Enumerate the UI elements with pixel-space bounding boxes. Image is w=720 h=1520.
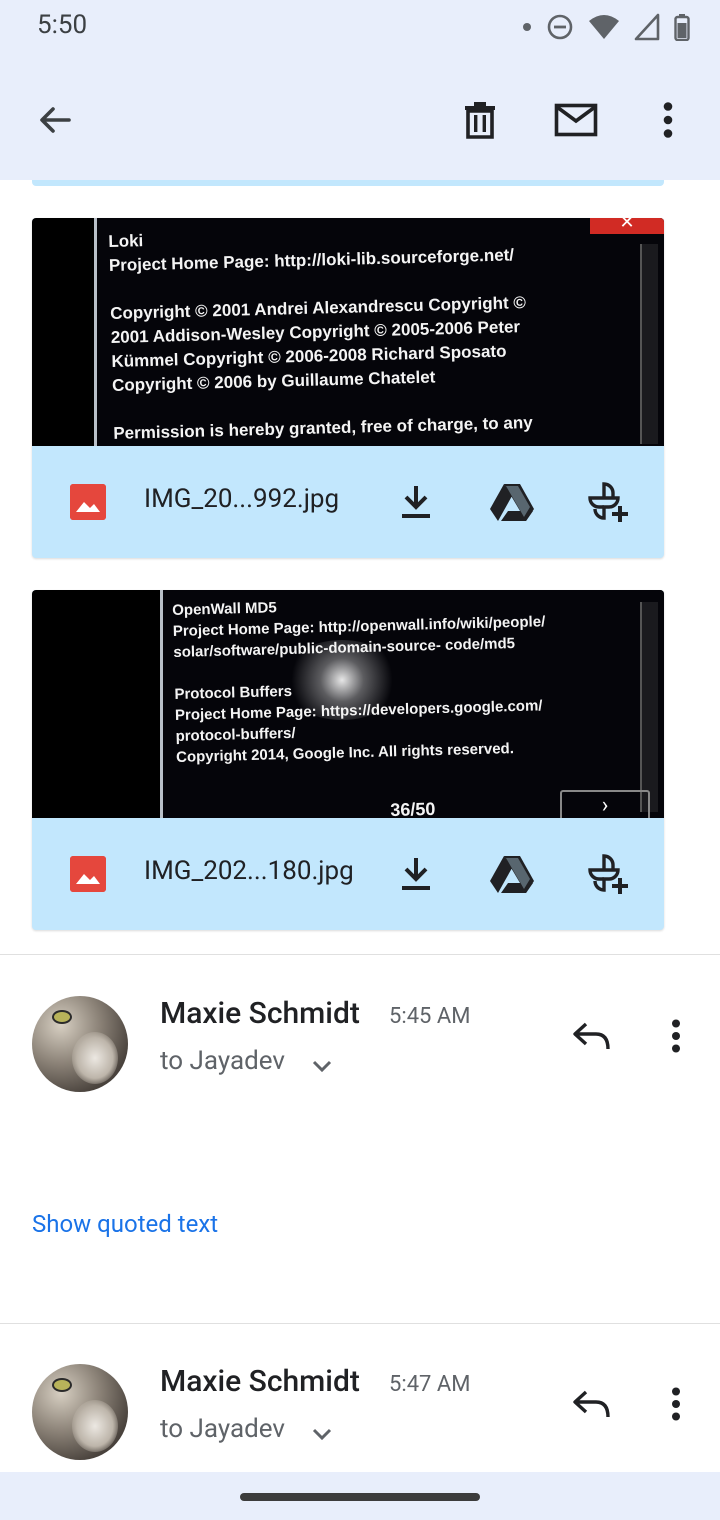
toolbar bbox=[0, 60, 720, 180]
mark-unread-button[interactable] bbox=[540, 84, 612, 156]
avatar[interactable] bbox=[32, 996, 128, 1092]
attachment-card[interactable]: ✕ Loki Project Home Page: http://loki-li… bbox=[32, 218, 664, 558]
avatar-fur bbox=[72, 1400, 118, 1452]
add-to-photos-icon bbox=[588, 854, 628, 894]
download-icon bbox=[402, 486, 430, 518]
message-divider bbox=[0, 954, 720, 955]
previous-attachment-edge bbox=[32, 180, 664, 186]
more-vert-icon bbox=[672, 1019, 680, 1053]
more-vert-icon bbox=[663, 102, 673, 138]
avatar-eye bbox=[54, 1380, 70, 1390]
message-divider bbox=[0, 1323, 720, 1324]
reply-button[interactable] bbox=[566, 1378, 618, 1430]
thumbnail-text: OpenWall MD5 Project Home Page: http://o… bbox=[172, 599, 546, 766]
sender-name: Maxie Schmidt bbox=[160, 996, 360, 1031]
recipient-line[interactable]: to Jayadev bbox=[160, 1046, 285, 1076]
message-header[interactable]: Maxie Schmidt 5:47 AM to Jayadev bbox=[0, 1364, 720, 1472]
delete-icon bbox=[465, 102, 495, 139]
add-to-photos-button[interactable] bbox=[580, 474, 636, 530]
reply-icon bbox=[573, 1390, 610, 1418]
back-button[interactable] bbox=[19, 84, 91, 156]
save-to-drive-button[interactable] bbox=[484, 846, 540, 902]
navigation-bar bbox=[0, 1472, 720, 1520]
back-arrow-icon bbox=[40, 107, 71, 133]
more-options-button[interactable] bbox=[632, 84, 704, 156]
notification-dot-icon bbox=[523, 23, 531, 31]
status-icons bbox=[522, 10, 690, 44]
attachment-file-name: IMG_202...180.jpg bbox=[144, 856, 354, 886]
recipient-line[interactable]: to Jayadev bbox=[160, 1414, 285, 1444]
attachment-card[interactable]: OpenWall MD5 Project Home Page: http://o… bbox=[32, 590, 664, 930]
show-quoted-text-link[interactable]: Show quoted text bbox=[32, 1210, 218, 1238]
thumbnail-text: Loki Project Home Page: http://loki-lib.… bbox=[108, 231, 533, 443]
message-header[interactable]: Maxie Schmidt 5:45 AM to Jayadev bbox=[0, 996, 720, 1116]
image-file-icon bbox=[70, 856, 106, 892]
signal-icon bbox=[634, 13, 660, 41]
download-icon bbox=[402, 858, 430, 890]
thumbnail-page-indicator: 36/50 bbox=[390, 798, 436, 818]
message-more-button[interactable] bbox=[652, 1010, 700, 1062]
mark-unread-icon bbox=[554, 103, 598, 137]
chevron-down-icon[interactable] bbox=[310, 1054, 334, 1078]
add-to-photos-icon bbox=[588, 482, 628, 522]
download-button[interactable] bbox=[388, 474, 444, 530]
attachment-bar: IMG_202...180.jpg bbox=[32, 818, 664, 930]
sender-name: Maxie Schmidt bbox=[160, 1364, 360, 1399]
avatar-eye bbox=[54, 1012, 70, 1022]
message-more-button[interactable] bbox=[652, 1378, 700, 1430]
download-button[interactable] bbox=[388, 846, 444, 902]
chevron-down-icon[interactable] bbox=[310, 1422, 334, 1446]
avatar[interactable] bbox=[32, 1364, 128, 1460]
image-file-icon bbox=[70, 484, 106, 520]
attachment-thumbnail[interactable]: OpenWall MD5 Project Home Page: http://o… bbox=[32, 590, 664, 818]
message-time: 5:45 AM bbox=[389, 1004, 471, 1029]
attachment-bar: IMG_20...992.jpg bbox=[32, 446, 664, 558]
add-to-photos-button[interactable] bbox=[580, 846, 636, 902]
home-gesture-handle[interactable] bbox=[240, 1493, 480, 1501]
thumbnail-scrollbar bbox=[640, 244, 658, 444]
thumbnail-scrollbar bbox=[640, 602, 658, 812]
message-time: 5:47 AM bbox=[389, 1372, 471, 1397]
conversation-content[interactable]: ✕ Loki Project Home Page: http://loki-li… bbox=[0, 180, 720, 1472]
save-to-drive-button[interactable] bbox=[484, 474, 540, 530]
attachment-thumbnail[interactable]: ✕ Loki Project Home Page: http://loki-li… bbox=[32, 218, 664, 446]
delete-button[interactable] bbox=[444, 84, 516, 156]
thumbnail-close-icon: ✕ bbox=[590, 218, 664, 234]
do-not-disturb-icon bbox=[547, 14, 573, 40]
status-bar: 5:50 bbox=[0, 0, 720, 60]
attachment-file-name: IMG_20...992.jpg bbox=[144, 484, 340, 514]
wifi-icon bbox=[589, 15, 619, 39]
drive-icon bbox=[490, 856, 534, 893]
battery-icon bbox=[674, 14, 690, 41]
thumbnail-next-icon: › bbox=[560, 790, 650, 818]
reply-button[interactable] bbox=[566, 1010, 618, 1062]
reply-icon bbox=[573, 1022, 610, 1050]
avatar-fur bbox=[72, 1032, 118, 1084]
status-time: 5:50 bbox=[37, 10, 88, 40]
more-vert-icon bbox=[672, 1387, 680, 1421]
drive-icon bbox=[490, 484, 534, 521]
